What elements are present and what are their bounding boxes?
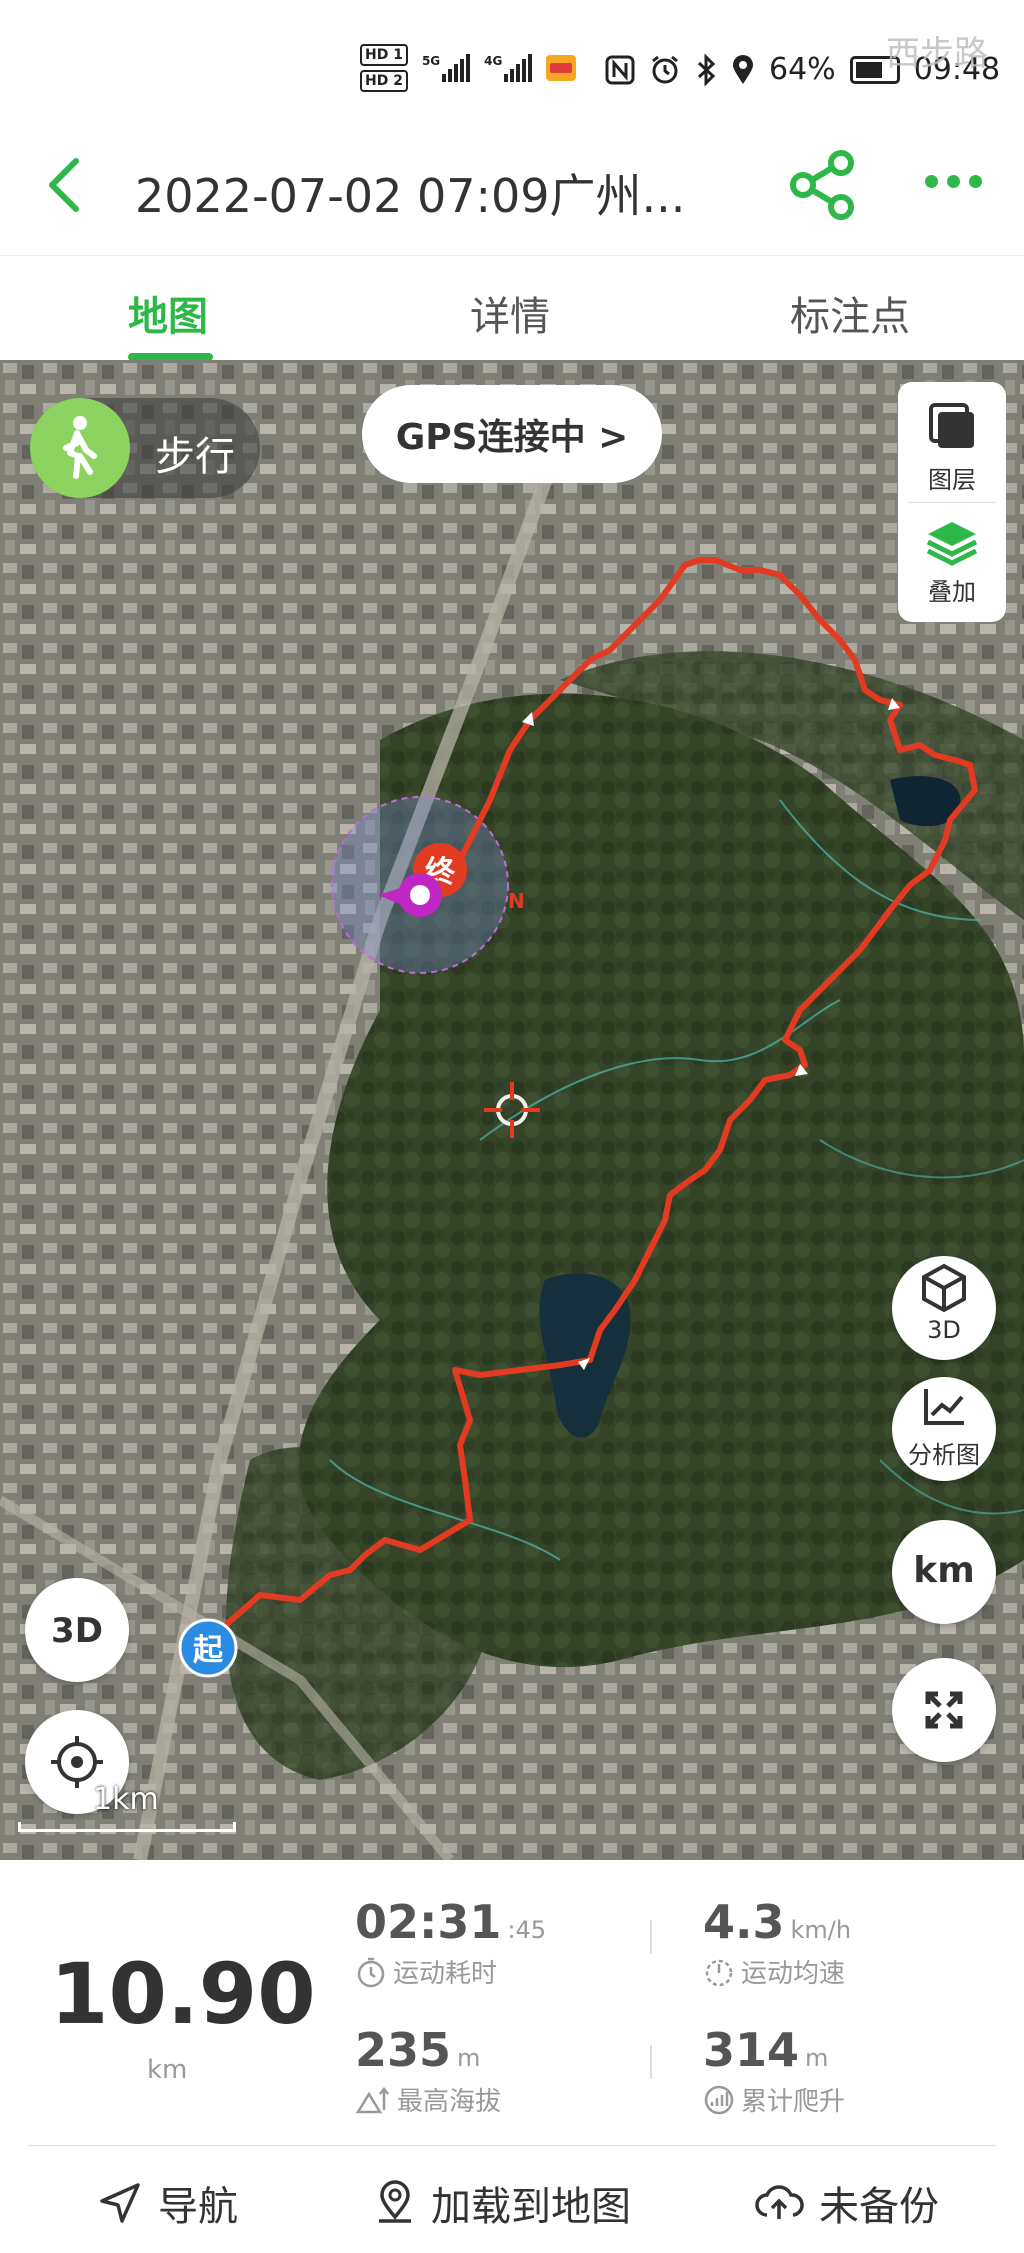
map-view[interactable]: 终 N 起 步行 GPS连接中 > 图层 叠加 3D 分析图 km 3D 1km xyxy=(0,360,1024,1860)
avg-speed-label: 运动均速 xyxy=(741,1959,846,1989)
duration-label: 运动耗时 xyxy=(393,1959,498,1989)
avg-speed-value: 4.3 xyxy=(703,1895,785,1949)
unit-km-button[interactable]: km xyxy=(892,1520,996,1624)
backup-button[interactable]: 未备份 xyxy=(753,2174,939,2232)
map-scale-bar xyxy=(18,1822,236,1832)
stopwatch-icon xyxy=(357,1957,385,1987)
total-climb-unit: m xyxy=(805,2044,829,2072)
expand-icon xyxy=(925,1691,963,1729)
analysis-chart-button[interactable]: 分析图 xyxy=(892,1377,996,1481)
3d-terrain-icon: 3D xyxy=(51,1611,103,1651)
layer-divider xyxy=(908,502,996,503)
stats-panel: 10.90 km 02:31:45 运动耗时 4.3 km/h 运动均速 235 m… xyxy=(0,1860,1024,2145)
alarm-icon xyxy=(652,55,678,83)
bluetooth-icon xyxy=(697,53,716,86)
activity-mode[interactable]: 步行 xyxy=(30,398,260,498)
layers-icon xyxy=(929,403,974,448)
activity-mode-label: 步行 xyxy=(155,434,235,480)
3d-view-button[interactable]: 3D xyxy=(892,1256,996,1360)
battery-percent: 64% xyxy=(769,52,836,87)
backup-label: 未备份 xyxy=(819,2184,939,2230)
navigate-label: 导航 xyxy=(158,2184,238,2230)
overlay-stack-icon xyxy=(926,522,978,566)
back-button[interactable] xyxy=(40,155,90,215)
load-to-map-button[interactable]: 加载到地图 xyxy=(373,2174,631,2232)
navigation-arrow-icon xyxy=(100,2183,140,2223)
stat-divider-top xyxy=(650,1920,652,1954)
avg-speed-unit: km/h xyxy=(790,1916,852,1944)
share-button[interactable] xyxy=(788,150,858,220)
stat-avg-speed: 4.3 km/h 运动均速 xyxy=(703,1895,851,1990)
3d-terrain-button[interactable]: 3D xyxy=(25,1578,129,1682)
layer-panel: 图层 叠加 xyxy=(898,382,1006,622)
stat-max-altitude: 235 m 最高海拔 xyxy=(355,2023,501,2118)
status-left: HD 1 HD 2 5G 4G xyxy=(360,44,577,92)
map-pin-icon xyxy=(379,2180,411,2223)
max-altitude-unit: m xyxy=(457,2044,481,2072)
svg-text:N: N xyxy=(508,889,525,913)
load-to-map-label: 加载到地图 xyxy=(431,2184,631,2230)
tab-bar: 地图 详情 标注点 xyxy=(0,255,1024,361)
cloud-upload-icon xyxy=(755,2185,804,2219)
app-notification-icon xyxy=(546,55,577,81)
action-bar: 导航 加载到地图 未备份 xyxy=(28,2145,996,2253)
layers-button[interactable]: 图层 xyxy=(898,390,1006,500)
stat-divider-bottom xyxy=(650,2045,652,2079)
analysis-chart-label: 分析图 xyxy=(908,1441,980,1469)
stat-total-climb: 314 m 累计爬升 xyxy=(703,2023,845,2118)
svg-text:3D: 3D xyxy=(51,1611,103,1651)
max-altitude-label: 最高海拔 xyxy=(397,2087,502,2117)
navigate-button[interactable]: 导航 xyxy=(96,2174,238,2232)
total-distance-unit: km xyxy=(147,2055,188,2085)
signal-4g-tag: 4G xyxy=(484,54,503,68)
max-altitude-value: 235 xyxy=(355,2023,452,2077)
map-scale-label: 1km xyxy=(93,1782,159,1817)
duration-seconds: :45 xyxy=(507,1916,547,1944)
layers-label: 图层 xyxy=(928,466,976,494)
watermark: 西步路 xyxy=(886,34,988,74)
signal-5g-icon: 5G xyxy=(421,54,471,82)
tab-map[interactable]: 地图 xyxy=(128,284,208,342)
gps-status-button[interactable]: GPS连接中 > xyxy=(362,385,662,483)
nfc-icon xyxy=(605,55,635,84)
overlay-label: 叠加 xyxy=(928,578,976,606)
hd2-badge: HD 2 xyxy=(360,70,408,92)
cube-icon xyxy=(922,1263,966,1313)
hd-indicators: HD 1 HD 2 xyxy=(360,44,408,92)
status-bar: HD 1 HD 2 5G 4G 64% 09:48 西步路 xyxy=(0,0,1024,120)
page-title: 2022-07-02 07:09广州... xyxy=(135,169,686,223)
tab-markers[interactable]: 标注点 xyxy=(790,284,910,342)
stat-duration: 02:31:45 运动耗时 xyxy=(355,1895,546,1990)
tab-details[interactable]: 详情 xyxy=(470,284,550,342)
signal-5g-tag: 5G xyxy=(421,54,441,68)
total-climb-value: 314 xyxy=(703,2023,800,2077)
satellite-map: 终 N 起 xyxy=(0,360,1024,1860)
line-chart-icon xyxy=(924,1389,964,1425)
location-icon xyxy=(733,54,753,84)
total-distance: 10.90 xyxy=(50,1945,316,2043)
header: 2022-07-02 07:09广州... xyxy=(0,120,1024,255)
climb-icon xyxy=(704,2085,734,2114)
signal-4g-icon: 4G xyxy=(484,54,533,82)
duration-value: 02:31 xyxy=(355,1895,502,1949)
overlay-button[interactable]: 叠加 xyxy=(898,507,1006,617)
3d-view-label: 3D xyxy=(927,1316,961,1344)
start-marker: 起 xyxy=(193,1633,224,1668)
walking-icon xyxy=(30,398,130,498)
unit-km-label: km xyxy=(913,1550,975,1591)
share-icon xyxy=(790,150,854,220)
chevron-left-icon xyxy=(49,158,79,212)
total-climb-label: 累计爬升 xyxy=(741,2087,846,2117)
mountain-peak-icon xyxy=(355,2086,389,2113)
more-button[interactable] xyxy=(925,175,982,188)
hd1-badge: HD 1 xyxy=(360,44,408,66)
fullscreen-button[interactable] xyxy=(892,1658,996,1762)
speed-gauge-icon xyxy=(705,1959,733,1986)
